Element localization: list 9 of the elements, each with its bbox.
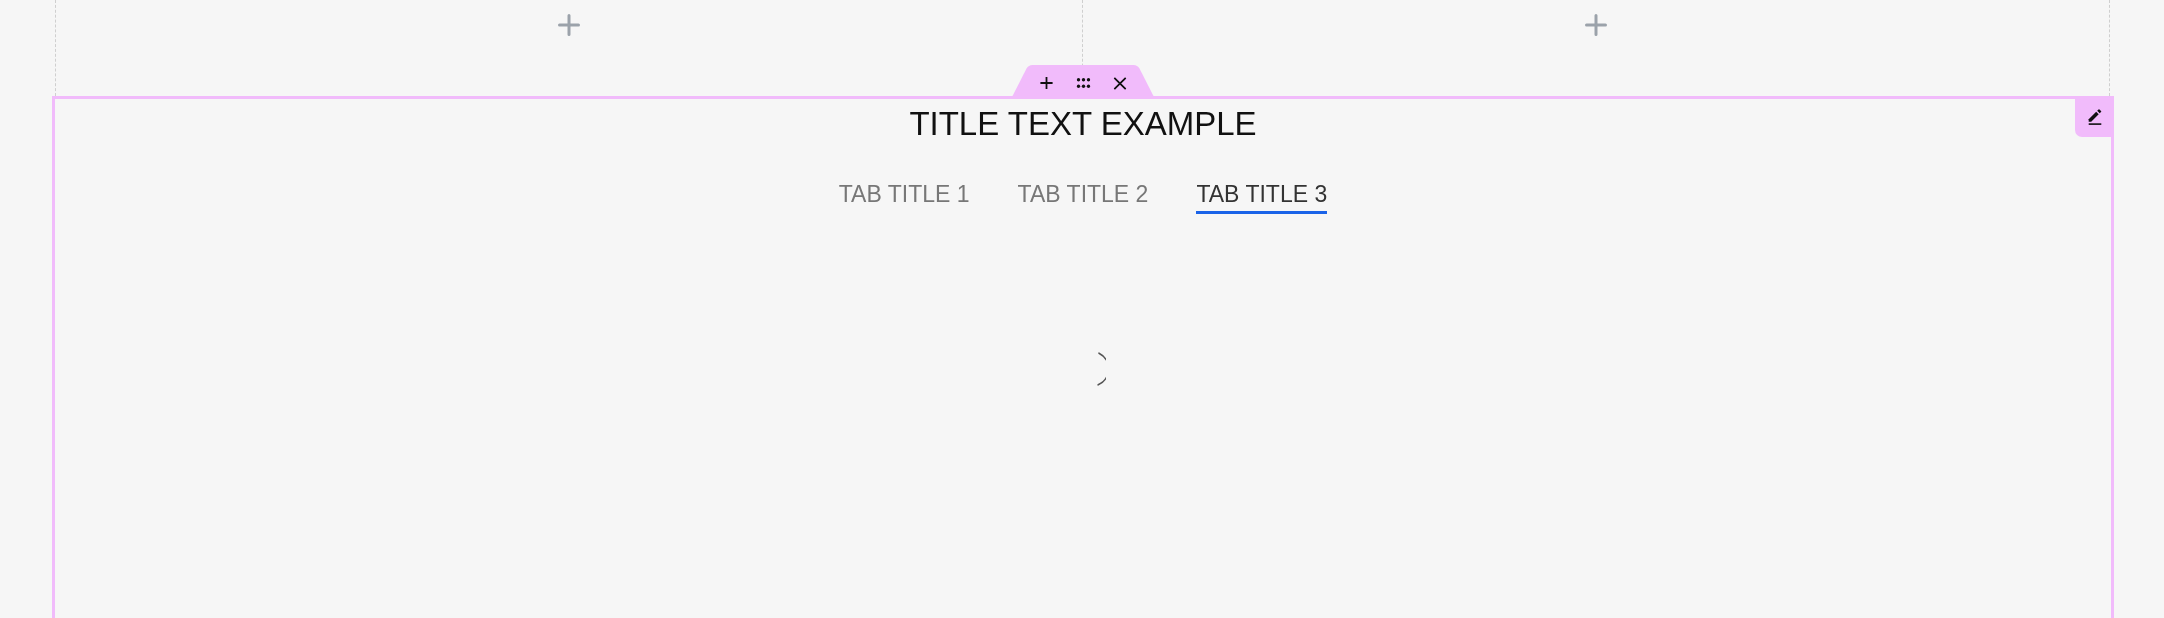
pencil-icon — [2087, 109, 2102, 125]
plus-icon[interactable] — [1039, 76, 1054, 90]
block-title: TITLE TEXT EXAMPLE — [909, 105, 1257, 143]
tab[interactable]: TAB TITLE 3 — [1196, 181, 1328, 214]
tab[interactable]: TAB TITLE 1 — [838, 181, 970, 214]
grip-icon[interactable] — [1076, 78, 1091, 88]
tab[interactable]: TAB TITLE 2 — [1017, 181, 1149, 214]
close-icon[interactable] — [1113, 76, 1127, 90]
edit-button[interactable] — [2075, 97, 2114, 137]
